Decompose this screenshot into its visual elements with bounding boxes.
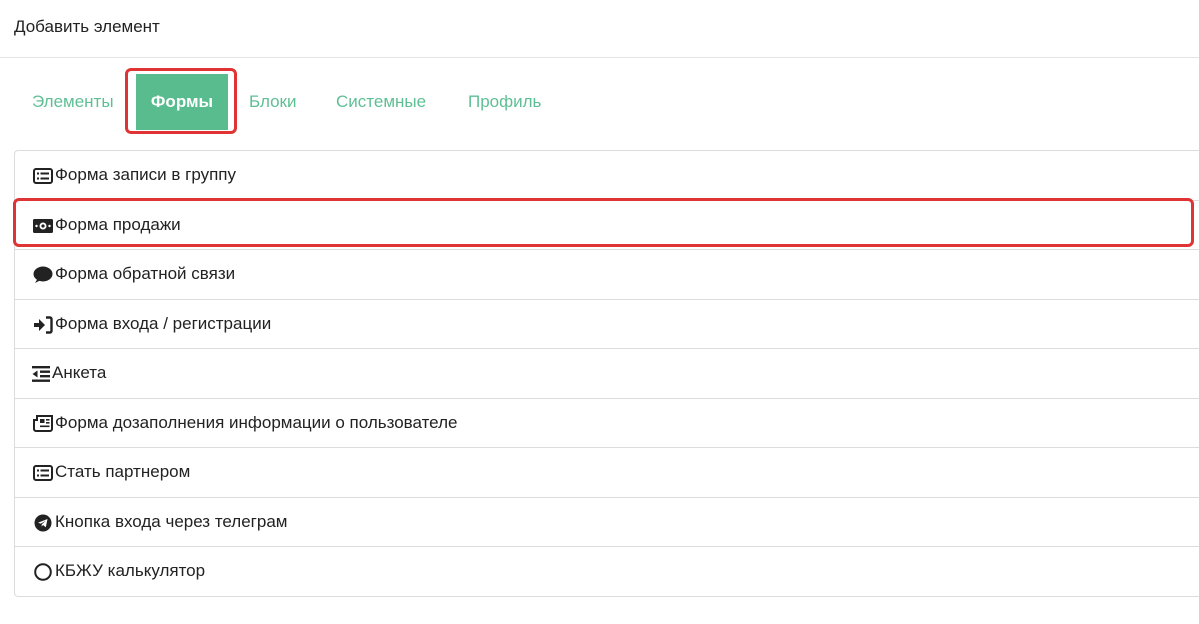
list-item-login-form[interactable]: Форма входа / регистрации [15,300,1199,349]
list-item-label: Форма обратной связи [55,264,236,283]
list-item-kbzhu-calculator[interactable]: КБЖУ калькулятор [15,547,1199,597]
list-item-feedback-form[interactable]: Форма обратной связи [15,250,1199,300]
list-item-label: Анкета [52,363,107,382]
outdent-icon [31,364,51,384]
modal-title: Добавить элемент [14,17,160,36]
tab-system[interactable]: Системные [336,74,426,130]
list-item-label: КБЖУ калькулятор [55,561,206,580]
list-item-label: Форма дозаполнения информации о пользова… [55,412,458,432]
list-item-profile-completion-form[interactable]: Форма дозаполнения информации о пользова… [15,399,1199,448]
tab-blocks[interactable]: Блоки [249,74,296,130]
tab-highlight-frame [125,68,237,134]
list-item-label: Стать партнером [55,462,191,481]
list-item-become-partner[interactable]: Стать партнером [15,448,1199,498]
telegram-icon [33,513,53,533]
newspaper-icon [33,414,53,434]
circle-icon [33,562,53,582]
row-highlight-frame [13,198,1194,247]
list-item-label: Форма входа / регистрации [55,313,272,333]
modal-header: Добавить элемент [0,0,1199,58]
list-item-group-signup-form[interactable]: Форма записи в группу [15,151,1199,201]
tab-elements[interactable]: Элементы [32,74,114,130]
tab-profile[interactable]: Профиль [468,74,541,130]
list-item-label: Форма записи в группу [55,165,236,184]
list-item-survey[interactable]: Анкета [15,349,1199,399]
list-alt-icon [33,166,53,186]
list-alt-icon [33,463,53,483]
comment-icon [33,265,53,285]
sign-in-icon [33,315,53,335]
list-item-telegram-login-button[interactable]: Кнопка входа через телеграм [15,498,1199,547]
list-item-label: Кнопка входа через телеграм [55,511,288,531]
